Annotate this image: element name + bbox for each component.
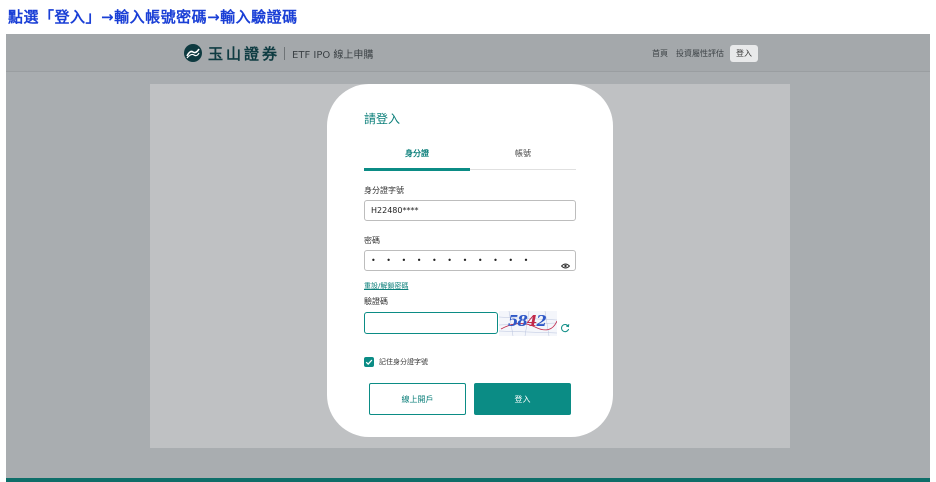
captcha-digits-c: 2 [536, 312, 546, 330]
brand-divider [284, 46, 286, 60]
captcha-digits-a: 58 [508, 312, 528, 330]
login-card: 請登入 身分證 帳號 身分證字號 H22480**** 密碼 • • • • •… [327, 84, 613, 437]
nav-home-link[interactable]: 首頁 [652, 48, 668, 59]
id-number-input[interactable]: H22480**** [364, 200, 576, 221]
password-dots: • • • • • • • • • • • [371, 256, 533, 265]
id-number-label: 身分證字號 [364, 186, 404, 195]
refresh-icon[interactable] [560, 318, 570, 333]
password-input[interactable]: • • • • • • • • • • • [364, 250, 576, 271]
eye-icon[interactable] [560, 257, 571, 269]
reset-password-link[interactable]: 重設/解鎖密碼 [364, 281, 408, 291]
tab-account[interactable]: 帳號 [470, 148, 576, 159]
header-nav: 首頁 投資屬性評估 登入 [644, 45, 758, 62]
footer-bar [6, 478, 930, 482]
remember-id-checkbox[interactable] [364, 357, 374, 367]
captcha-label: 驗證碼 [364, 297, 388, 306]
login-tabs: 身分證 帳號 [364, 144, 576, 171]
captcha-image: 5842 [499, 311, 557, 336]
captcha-text: 5842 [508, 312, 547, 330]
brand-subtitle: ETF IPO 線上申購 [292, 49, 374, 61]
remember-id-option[interactable]: 記住身分證字號 [364, 357, 428, 367]
active-tab-indicator [364, 168, 470, 171]
login-button[interactable]: 登入 [474, 383, 571, 415]
esun-logo-icon [184, 44, 202, 62]
check-icon [365, 359, 373, 366]
login-title: 請登入 [364, 112, 401, 126]
captcha-digits-b: 4 [526, 312, 537, 330]
password-label: 密碼 [364, 236, 380, 245]
nav-login-button[interactable]: 登入 [730, 45, 758, 62]
open-account-button[interactable]: 線上開戶 [369, 383, 466, 415]
nav-risk-assessment-link[interactable]: 投資屬性評估 [676, 48, 724, 59]
top-navigation-bar: 玉山證券 ETF IPO 線上申購 首頁 投資屬性評估 登入 [6, 34, 930, 72]
brand-name: 玉山證券 [208, 44, 281, 63]
browser-frame: 玉山證券 ETF IPO 線上申購 首頁 投資屬性評估 登入 請登入 身分證 帳… [6, 34, 930, 482]
tab-id-card[interactable]: 身分證 [364, 148, 470, 159]
instruction-text: 點選「登入」→輸入帳號密碼→輸入驗證碼 [8, 8, 298, 26]
captcha-input[interactable] [364, 312, 498, 334]
remember-id-label: 記住身分證字號 [379, 358, 428, 366]
brand-logo[interactable]: 玉山證券 ETF IPO 線上申購 [184, 44, 374, 63]
